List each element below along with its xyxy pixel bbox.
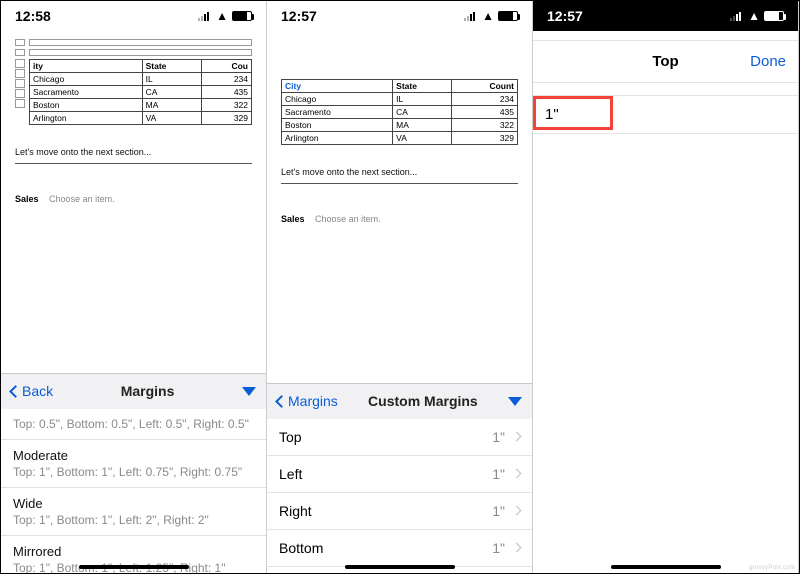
pane-margins-list: 12:58 ▲ — [1, 1, 267, 573]
battery-icon — [232, 11, 252, 21]
battery-icon — [498, 11, 518, 21]
data-table: ity State Cou ChicagoIL234 SacramentoCA4… — [29, 59, 252, 125]
wifi-icon: ▲ — [482, 9, 494, 23]
document-preview[interactable]: City State Count ChicagoIL234 Sacramento… — [267, 31, 532, 228]
home-indicator[interactable] — [611, 565, 721, 569]
custom-margins-panel-header: Margins Custom Margins — [267, 383, 532, 419]
data-table: City State Count ChicagoIL234 Sacramento… — [281, 79, 518, 145]
table-row: SacramentoCA435 — [30, 86, 252, 99]
margin-right-row[interactable]: Right 1" — [267, 493, 532, 530]
back-button[interactable]: Margins — [277, 393, 338, 409]
status-time: 12:58 — [15, 8, 51, 24]
margin-left-row[interactable]: Left 1" — [267, 456, 532, 493]
col-state: State — [393, 80, 451, 93]
sales-placeholder[interactable]: Choose an item. — [315, 214, 381, 224]
back-label: Back — [22, 383, 53, 399]
chevron-right-icon — [512, 469, 522, 479]
collapse-icon[interactable] — [508, 397, 522, 406]
doc-divider — [15, 163, 252, 164]
margin-preset-list: Top: 0.5", Bottom: 0.5", Left: 0.5", Rig… — [1, 409, 266, 574]
chevron-left-icon — [9, 385, 22, 398]
sales-label: Sales — [15, 194, 39, 204]
nav-title: Top — [533, 53, 798, 70]
field-value: 1" — [492, 466, 505, 482]
col-state: State — [142, 60, 201, 73]
col-city: ity — [30, 60, 143, 73]
col-count: Cou — [201, 60, 251, 73]
sales-field: Sales Choose an item. — [281, 214, 518, 224]
back-button[interactable]: Back — [11, 383, 53, 399]
chevron-right-icon — [512, 432, 522, 442]
margin-option-narrow[interactable]: Top: 0.5", Bottom: 0.5", Left: 0.5", Rig… — [1, 409, 266, 440]
table-row: BostonMA322 — [282, 119, 518, 132]
collapse-icon[interactable] — [242, 387, 256, 396]
sales-field: Sales Choose an item. — [15, 194, 252, 204]
cellular-icon — [730, 11, 744, 21]
doc-paragraph: Let's move onto the next section... — [281, 167, 518, 177]
status-bar: 12:57 ▲ — [267, 1, 532, 31]
wifi-icon: ▲ — [748, 9, 760, 23]
status-icons: ▲ — [730, 9, 784, 23]
status-icons: ▲ — [464, 9, 518, 23]
field-label: Left — [279, 466, 302, 482]
field-value: 1" — [492, 540, 505, 556]
cellular-icon — [464, 11, 478, 21]
field-value: 1" — [492, 503, 505, 519]
margin-value-input[interactable]: 1" — [533, 96, 798, 133]
doc-divider — [281, 183, 518, 184]
table-row: ArlingtonVA329 — [282, 132, 518, 145]
back-label: Margins — [288, 393, 338, 409]
doc-paragraph: Let's move onto the next section... — [15, 147, 252, 157]
cellular-icon — [198, 11, 212, 21]
chevron-right-icon — [512, 506, 522, 516]
table-row: ArlingtonVA329 — [30, 112, 252, 125]
table-row: ChicagoIL234 — [282, 93, 518, 106]
field-label: Right — [279, 503, 312, 519]
sales-label: Sales — [281, 214, 305, 224]
sales-placeholder[interactable]: Choose an item. — [49, 194, 115, 204]
nav-bar: Top Done — [533, 41, 798, 83]
col-count: Count — [451, 80, 517, 93]
status-time: 12:57 — [547, 8, 583, 24]
margin-option-moderate[interactable]: Moderate Top: 1", Bottom: 1", Left: 0.75… — [1, 440, 266, 488]
table-row: ChicagoIL234 — [30, 73, 252, 86]
battery-icon — [764, 11, 784, 21]
table-row: SacramentoCA435 — [282, 106, 518, 119]
margin-bottom-row[interactable]: Bottom 1" — [267, 530, 532, 567]
status-time: 12:57 — [281, 8, 317, 24]
pane-top-margin-input: 12:57 ▲ Top Done 1" — [533, 1, 799, 573]
panel-title: Margins — [61, 383, 234, 399]
field-label: Top — [279, 429, 302, 445]
watermark: groovyPost.com — [749, 565, 795, 571]
status-bar: 12:57 ▲ — [533, 1, 798, 31]
col-city: City — [282, 80, 393, 93]
table-top-extra-row — [15, 39, 252, 46]
margins-panel-header: Back Margins — [1, 373, 266, 409]
panel-title: Custom Margins — [346, 393, 500, 409]
chevron-right-icon — [512, 543, 522, 553]
table-header-row: City State Count — [282, 80, 518, 93]
field-value: 1" — [492, 429, 505, 445]
margin-top-row[interactable]: Top 1" — [267, 419, 532, 456]
chevron-left-icon — [275, 395, 288, 408]
margin-option-wide[interactable]: Wide Top: 1", Bottom: 1", Left: 2", Righ… — [1, 488, 266, 536]
home-indicator[interactable] — [345, 565, 455, 569]
pane-custom-margins: 12:57 ▲ City State Count ChicagoIL234 Sa… — [267, 1, 533, 573]
document-preview[interactable]: ity State Cou ChicagoIL234 SacramentoCA4… — [1, 31, 266, 208]
table-row: BostonMA322 — [30, 99, 252, 112]
wifi-icon: ▲ — [216, 9, 228, 23]
table-header-row: ity State Cou — [30, 60, 252, 73]
home-indicator[interactable] — [79, 565, 189, 569]
table-top-extra-row — [15, 49, 252, 56]
status-icons: ▲ — [198, 9, 252, 23]
field-label: Bottom — [279, 540, 323, 556]
status-bar: 12:58 ▲ — [1, 1, 266, 31]
custom-margin-fields: Top 1" Left 1" Right 1" Bottom 1" — [267, 419, 532, 574]
